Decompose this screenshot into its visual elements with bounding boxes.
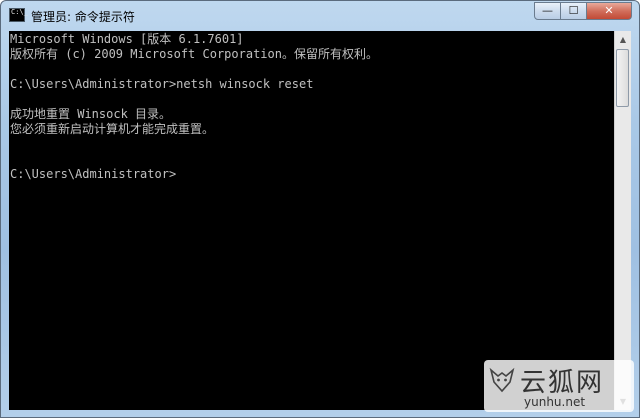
close-icon: ✕ <box>604 4 614 17</box>
scrollbar-thumb[interactable] <box>616 49 629 107</box>
cmd-app-icon[interactable]: C:\_ <box>9 8 28 22</box>
window-title: 管理员: 命令提示符 <box>31 10 135 24</box>
console-line-copyright: 版权所有 (c) 2009 Microsoft Corporation。保留所有… <box>10 47 378 61</box>
watermark-url: yunhu.net <box>524 395 586 409</box>
console-line-blank <box>10 92 614 107</box>
console-output-area[interactable]: Microsoft Windows [版本 6.1.7601] 版权所有 (c) … <box>9 31 614 410</box>
console-line-blank <box>10 62 614 77</box>
console-line-command: C:\Users\Administrator>netsh winsock res… <box>10 77 314 91</box>
console-line-blank <box>10 137 614 152</box>
maximize-button[interactable]: ☐ <box>560 2 587 20</box>
console-line-version: Microsoft Windows [版本 6.1.7601] <box>10 32 244 46</box>
cmd-window: C:\_ 管理员: 命令提示符 — ☐ ✕ Microsoft Windows … <box>0 0 640 418</box>
site-watermark: 云狐网 yunhu.net <box>484 360 634 412</box>
fox-logo-icon <box>489 367 515 393</box>
console-line-result: 成功地重置 Winsock 目录。 <box>10 107 172 121</box>
scroll-up-button[interactable]: ▲ <box>615 31 631 48</box>
watermark-name: 云狐网 <box>520 368 605 398</box>
close-button[interactable]: ✕ <box>586 2 632 20</box>
vertical-scrollbar[interactable]: ▲ ▼ <box>614 31 631 410</box>
minimize-button[interactable]: — <box>534 2 561 20</box>
title-bar[interactable]: C:\_ 管理员: 命令提示符 — ☐ ✕ <box>1 1 639 31</box>
maximize-icon: ☐ <box>568 4 579 17</box>
chevron-up-icon: ▲ <box>619 35 627 44</box>
console-line-restart-notice: 您必须重新启动计算机才能完成重置。 <box>10 122 215 136</box>
minimize-icon: — <box>542 4 553 17</box>
console-line-prompt[interactable]: C:\Users\Administrator> <box>10 167 614 182</box>
console-text: Microsoft Windows [版本 6.1.7601] 版权所有 (c) … <box>9 31 614 182</box>
console-line-blank <box>10 152 614 167</box>
